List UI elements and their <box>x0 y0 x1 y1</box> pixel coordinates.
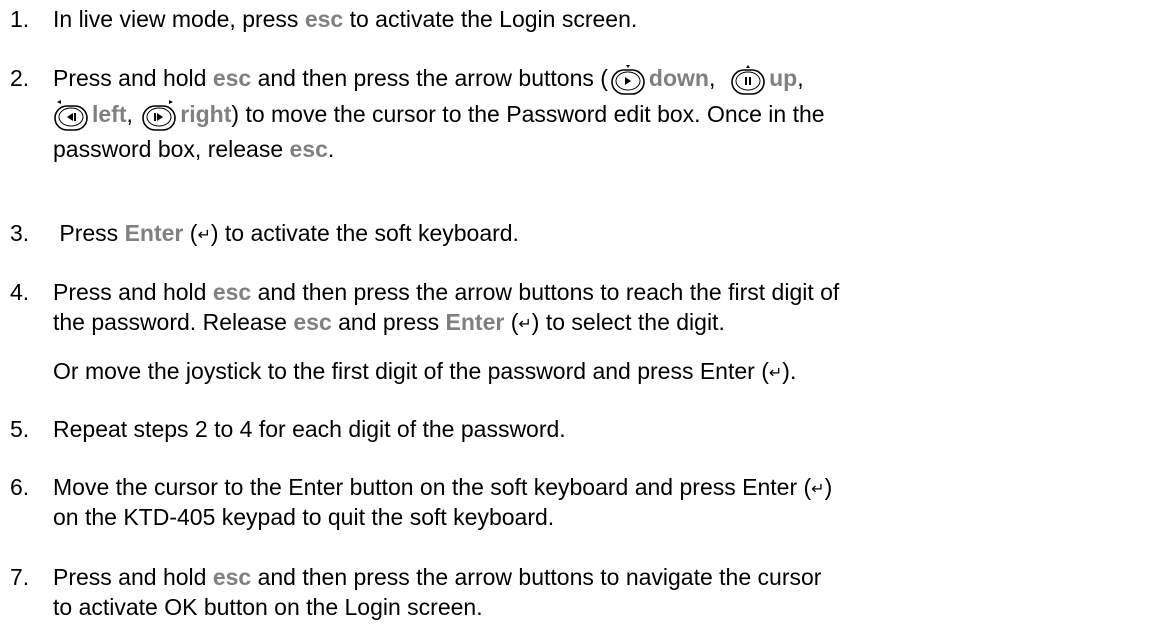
text-run: to activate the Login screen. <box>343 6 638 32</box>
step-number: 2. <box>10 65 30 91</box>
text-run: In live view mode, press <box>53 6 305 32</box>
step-text: Move the cursor to the Enter button on t… <box>53 472 1153 532</box>
step-line: In live view mode, press esc to activate… <box>53 4 1153 34</box>
text-run: ). <box>782 358 797 384</box>
step-line: Press and hold esc and then press the ar… <box>53 63 1153 99</box>
text-run: Move the cursor to the Enter button on t… <box>53 474 812 500</box>
esc-keyword: esc <box>212 564 252 590</box>
text-run: the password. Release <box>53 309 294 335</box>
step-number: 6. <box>10 474 30 500</box>
right-label: right <box>180 101 232 127</box>
text-run: password box, release <box>53 136 290 162</box>
step-text: Repeat steps 2 to 4 for each digit of th… <box>53 414 1153 444</box>
step-line: to activate OK button on the Login scree… <box>53 592 1153 622</box>
enter-key-icon: ↵ <box>518 314 532 333</box>
step-line: Press Enter (↵) to activate the soft key… <box>53 218 1153 248</box>
step-number: 1. <box>10 6 30 32</box>
text-run: Press and hold <box>53 279 213 305</box>
step-text: Press Enter (↵) to activate the soft key… <box>53 218 1153 248</box>
text-run: Press and hold <box>53 564 213 590</box>
down-label: down <box>648 65 709 91</box>
text-run: ) to activate the soft keyboard. <box>210 220 519 246</box>
step-line: password box, release esc. <box>53 134 1153 164</box>
text-run: and then press the arrow buttons to navi… <box>251 564 822 590</box>
step-text: Press and hold esc and then press the ar… <box>53 562 1153 622</box>
up-label: up <box>769 65 798 91</box>
text-run: Or move the joystick to the first digit … <box>53 358 769 384</box>
step-line: Press and hold esc and then press the ar… <box>53 277 1153 307</box>
esc-keyword: esc <box>289 136 328 162</box>
text-run: Press and hold <box>53 65 213 91</box>
enter-key-icon: ↵ <box>811 479 825 498</box>
step-line: left, right) to move the cursor to the P… <box>53 99 1153 134</box>
text-run: . <box>327 136 335 162</box>
step-number: 4. <box>10 279 30 305</box>
text-run: , <box>708 65 729 91</box>
text-run: ( <box>183 220 198 246</box>
step-number: 5. <box>10 416 30 442</box>
text-run: , <box>797 65 804 91</box>
text-run: ) to move the cursor to the Password edi… <box>231 101 825 127</box>
esc-keyword: esc <box>304 6 344 32</box>
esc-keyword: esc <box>212 65 252 91</box>
text-run: Press <box>53 220 125 246</box>
text-run: , <box>126 101 140 127</box>
esc-keyword: esc <box>293 309 332 335</box>
text-run: to activate OK button on the Login scree… <box>53 594 483 620</box>
text-run: and then press the arrow buttons to reac… <box>251 279 840 305</box>
step-line: Repeat steps 2 to 4 for each digit of th… <box>53 414 1153 444</box>
text-run: ( <box>504 309 519 335</box>
esc-keyword: esc <box>212 279 252 305</box>
enter-key-icon: ↵ <box>768 363 783 382</box>
text-run: ) to select the digit. <box>531 309 725 335</box>
up-arrow-button-icon <box>730 65 766 95</box>
down-arrow-button-icon <box>610 65 646 95</box>
text-run: on the KTD-405 keypad to quit the soft k… <box>53 504 555 530</box>
text-run: and then press the arrow buttons ( <box>251 65 608 91</box>
text-run: ) <box>824 474 833 500</box>
step-line: the password. Release esc and press Ente… <box>53 307 1153 356</box>
text-run: Repeat steps 2 to 4 for each digit of th… <box>53 416 566 442</box>
text-run: and press <box>331 309 446 335</box>
instruction-page: 1. In live view mode, press esc to activ… <box>0 0 1159 639</box>
enter-keyword: Enter <box>124 220 184 246</box>
left-arrow-button-icon <box>53 100 89 131</box>
left-label: left <box>92 101 127 127</box>
step-line: Or move the joystick to the first digit … <box>53 356 1153 386</box>
step-number: 3. <box>10 220 30 246</box>
step-text: In live view mode, press esc to activate… <box>53 4 1153 34</box>
enter-keyword: Enter <box>445 309 505 335</box>
step-line: on the KTD-405 keypad to quit the soft k… <box>53 502 1153 532</box>
step-text: Press and hold esc and then press the ar… <box>53 277 1153 386</box>
step-text: Press and hold esc and then press the ar… <box>53 63 1153 164</box>
step-line: Press and hold esc and then press the ar… <box>53 562 1153 592</box>
right-arrow-button-icon <box>141 100 177 131</box>
step-line: Move the cursor to the Enter button on t… <box>53 472 1153 502</box>
step-number: 7. <box>10 564 30 590</box>
enter-key-icon: ↵ <box>197 225 211 244</box>
